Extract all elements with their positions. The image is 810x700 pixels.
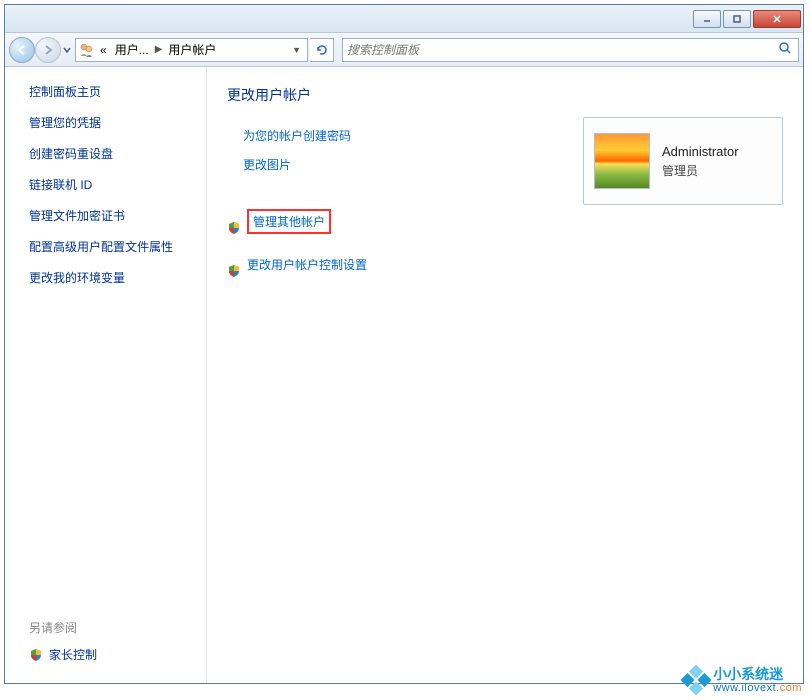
sidebar-link-credentials[interactable]: 管理您的凭据 <box>29 114 196 131</box>
account-role: 管理员 <box>662 162 739 179</box>
user-accounts-icon <box>78 41 96 59</box>
account-card[interactable]: Administrator 管理员 <box>583 117 783 205</box>
sidebar-footer: 另请参阅 家长控制 <box>29 619 196 673</box>
action-change-picture[interactable]: 更改图片 <box>243 156 291 173</box>
breadcrumb-1[interactable]: 用户... <box>111 41 153 58</box>
window-controls <box>693 10 801 28</box>
breadcrumb-2[interactable]: 用户帐户 <box>164 41 220 58</box>
minimize-button[interactable] <box>693 10 721 28</box>
action-manage-other-accounts[interactable]: 管理其他帐户 <box>247 209 331 234</box>
search-box[interactable] <box>342 38 799 62</box>
body: ? 控制面板主页 管理您的凭据 创建密码重设盘 链接联机 ID 管理文件加密证书… <box>5 67 803 683</box>
shield-icon <box>227 264 241 278</box>
sidebar-link-encryption-cert[interactable]: 管理文件加密证书 <box>29 207 196 224</box>
address-dropdown-icon[interactable]: ▼ <box>288 45 305 55</box>
sidebar-heading[interactable]: 控制面板主页 <box>29 83 196 100</box>
nav-buttons <box>9 37 73 63</box>
search-input[interactable] <box>347 43 778 57</box>
search-icon[interactable] <box>778 41 794 58</box>
watermark-url: www.ilovext.com <box>713 682 802 694</box>
sidebar-link-online-id[interactable]: 链接联机 ID <box>29 176 196 193</box>
action-group-2: 管理其他帐户 更改用户帐户控制设置 <box>227 209 783 285</box>
page-title: 更改用户帐户 <box>227 85 783 105</box>
watermark-logo-icon <box>681 665 712 696</box>
forward-button[interactable] <box>35 37 61 63</box>
refresh-button[interactable] <box>310 38 334 62</box>
close-button[interactable] <box>753 10 801 28</box>
action-uac-settings[interactable]: 更改用户帐户控制设置 <box>247 256 367 273</box>
breadcrumb-prefix: « <box>96 43 111 57</box>
maximize-button[interactable] <box>723 10 751 28</box>
history-dropdown[interactable] <box>61 37 73 63</box>
watermark: 小小系统迷 www.ilovext.com <box>685 667 802 694</box>
sidebar-footer-label: 家长控制 <box>49 646 97 663</box>
titlebar <box>5 5 803 33</box>
sidebar: 控制面板主页 管理您的凭据 创建密码重设盘 链接联机 ID 管理文件加密证书 配… <box>5 67 207 683</box>
main-area: 更改用户帐户 为您的帐户创建密码 更改图片 管理其他帐户 更改用户帐户控制设 <box>207 67 803 683</box>
address-bar[interactable]: « 用户... ▶ 用户帐户 ▼ <box>75 38 308 62</box>
window: « 用户... ▶ 用户帐户 ▼ ? 控制面板主页 管理您的凭据 创建密码重设盘… <box>4 4 804 684</box>
watermark-text: 小小系统迷 www.ilovext.com <box>713 667 802 694</box>
watermark-cn: 小小系统迷 <box>713 667 802 682</box>
back-button[interactable] <box>9 37 35 63</box>
action-row-manage-accounts: 管理其他帐户 <box>227 209 783 246</box>
shield-icon <box>29 648 43 662</box>
sidebar-link-env-vars[interactable]: 更改我的环境变量 <box>29 269 196 286</box>
breadcrumb-sep-icon: ▶ <box>153 44 165 55</box>
sidebar-link-profile-props[interactable]: 配置高级用户配置文件属性 <box>29 238 196 255</box>
account-info: Administrator 管理员 <box>662 144 739 179</box>
action-create-password[interactable]: 为您的帐户创建密码 <box>243 127 351 144</box>
avatar <box>594 133 650 189</box>
shield-icon <box>227 221 241 235</box>
sidebar-footer-link-parental[interactable]: 家长控制 <box>29 646 196 663</box>
sidebar-link-password-reset[interactable]: 创建密码重设盘 <box>29 145 196 162</box>
action-row-uac: 更改用户帐户控制设置 <box>227 256 783 285</box>
account-name: Administrator <box>662 144 739 159</box>
navbar: « 用户... ▶ 用户帐户 ▼ <box>5 33 803 67</box>
sidebar-footer-heading: 另请参阅 <box>29 619 196 636</box>
